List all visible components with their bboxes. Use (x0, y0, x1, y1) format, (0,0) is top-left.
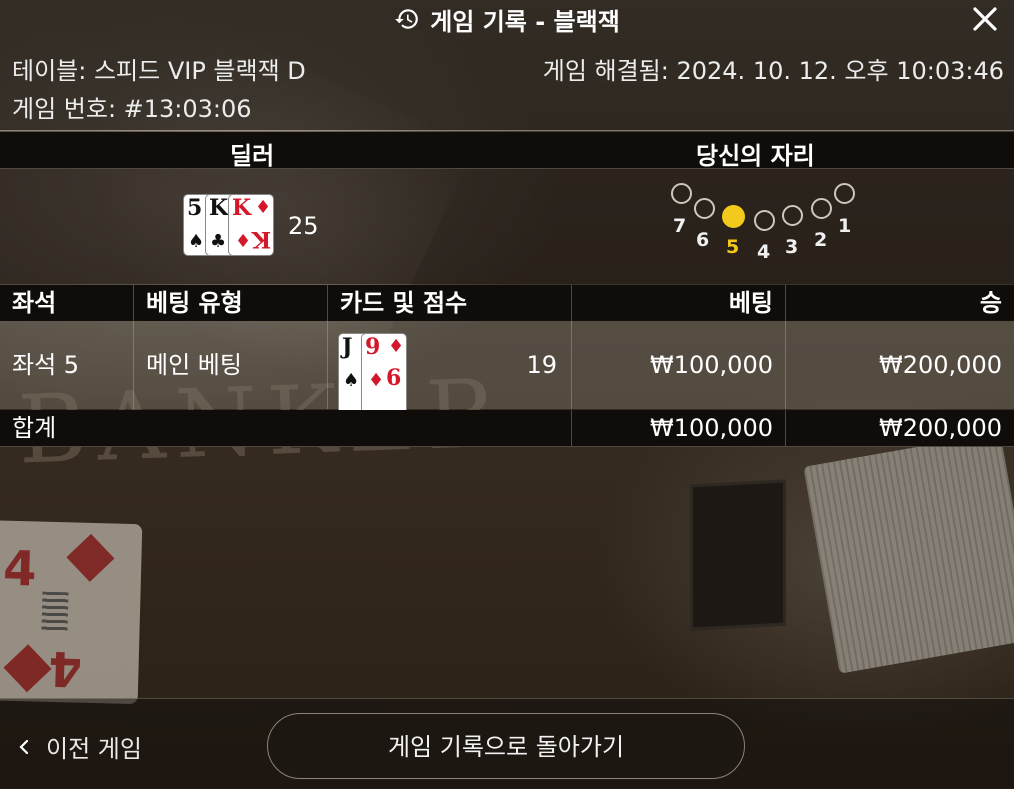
seat-number-3: 3 (785, 236, 799, 258)
history-icon (395, 9, 419, 29)
total-row: 합계 ₩100,000 ₩200,000 (0, 410, 1014, 447)
player-card-2: 9 ♦ ♦ 6 (362, 334, 406, 422)
seat-number-4: 4 (757, 241, 771, 263)
back-to-history-button[interactable]: 게임 기록으로 돌아가기 (267, 713, 745, 779)
col-seat: 좌석 (0, 285, 134, 321)
footer-bar: 이전 게임 게임 기록으로 돌아가기 (0, 698, 1014, 789)
seat-dot-4 (754, 210, 775, 231)
dealer-score: 25 (288, 212, 319, 240)
row-cards-cell: J ♠ 9 ♦ ♦ 6 19 (328, 321, 572, 422)
title-bar: 게임 기록 - 블랙잭 (0, 0, 1014, 38)
seat-dot-3 (782, 205, 803, 226)
col-cards-score: 카드 및 점수 (328, 285, 572, 321)
seat-dot-7 (671, 183, 692, 204)
seat-number-6: 6 (696, 229, 710, 251)
col-win: 승 (979, 289, 1002, 317)
dealer-card-3: K ♦ ♦ K (229, 195, 273, 255)
seat-number-2: 2 (814, 229, 828, 251)
row-bet: ₩100,000 (572, 321, 786, 409)
page-title: 게임 기록 - 블랙잭 (430, 7, 620, 36)
seat-dot-6 (694, 198, 715, 219)
game-number: 게임 번호: #13:03:06 (12, 95, 252, 123)
seat-number-5: 5 (726, 236, 740, 258)
total-bet: ₩100,000 (572, 410, 786, 446)
col-bet: 베팅 (572, 285, 786, 321)
col-bet-type: 베팅 유형 (134, 285, 328, 321)
player-score: 19 (526, 351, 557, 379)
your-seat-heading: 당신의 자리 (696, 142, 815, 170)
section-header: 딜러 당신의 자리 (0, 132, 1014, 170)
resolved-time: 게임 해결됨: 2024. 10. 12. 오후 10:03:46 (542, 57, 1004, 85)
dealer-heading: 딜러 (230, 142, 275, 170)
game-meta: 테이블: 스피드 VIP 블랙잭 D 게임 번호: #13:03:06 게임 해… (0, 38, 1014, 130)
seat-dot-5 (722, 205, 745, 228)
seat-number-1: 1 (838, 215, 852, 237)
seat-dot-2 (811, 198, 832, 219)
close-icon[interactable] (970, 4, 1000, 34)
previous-game-link[interactable]: 이전 게임 (18, 729, 142, 764)
row-win: ₩200,000 (879, 351, 1002, 379)
divider (0, 130, 1014, 131)
seat-dot-1 (834, 183, 855, 204)
previous-game-label: 이전 게임 (46, 735, 142, 763)
table-row: 좌석 5 메인 베팅 J ♠ 9 ♦ ♦ 6 19 ₩100,000 ₩200,… (0, 321, 1014, 422)
dealer-hand-area: 5 ♠ K ♣ K ♦ ♦ K 25 7 6 5 4 3 2 1 (0, 169, 1014, 284)
results-table-header: 좌석 베팅 유형 카드 및 점수 베팅 승 (0, 285, 1014, 321)
total-label: 합계 (0, 410, 572, 446)
game-history-panel: 게임 기록 - 블랙잭 테이블: 스피드 VIP 블랙잭 D 게임 번호: #1… (0, 0, 1014, 789)
row-seat: 좌석 5 (0, 321, 134, 409)
seat-number-7: 7 (673, 215, 687, 237)
total-win: ₩200,000 (879, 414, 1002, 442)
chevron-left-icon (19, 739, 29, 754)
table-name: 테이블: 스피드 VIP 블랙잭 D (12, 57, 306, 85)
row-bet-type: 메인 베팅 (134, 321, 328, 409)
